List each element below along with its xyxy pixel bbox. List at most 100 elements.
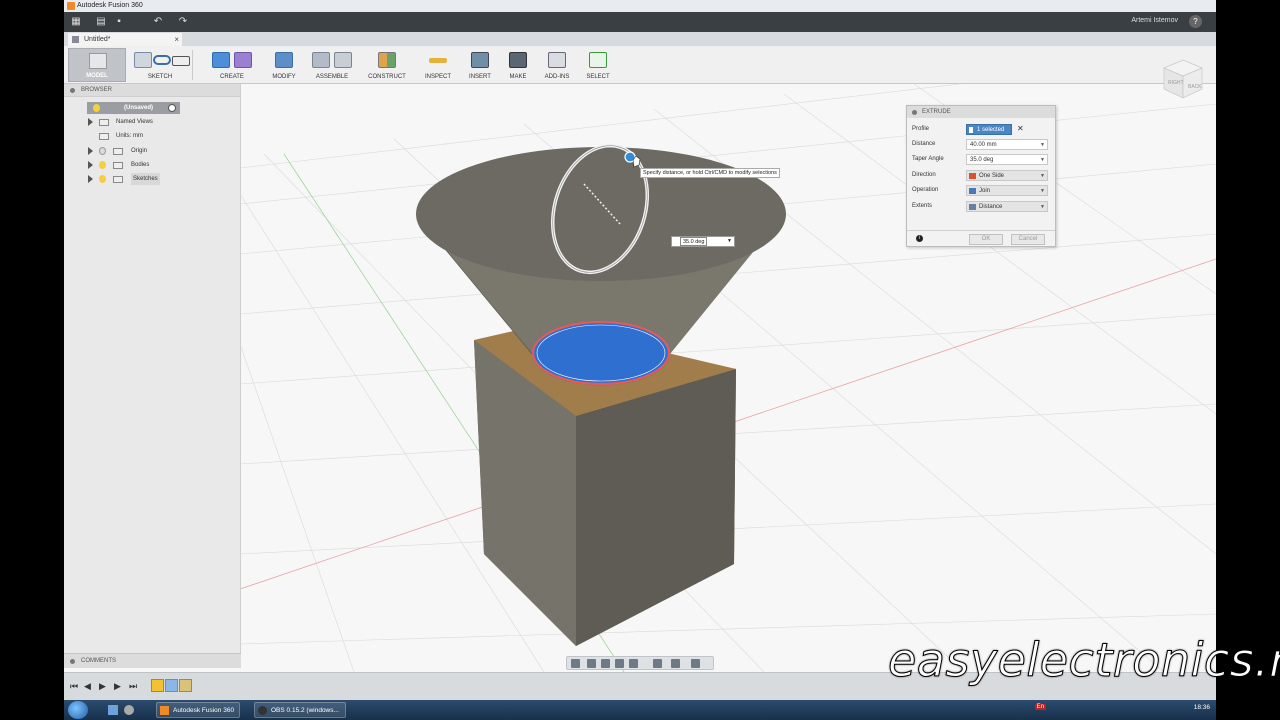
timeline-feature-sketch[interactable] [151, 679, 164, 692]
clock[interactable]: 18:36 [1194, 704, 1210, 711]
look-at-icon[interactable] [587, 659, 596, 668]
visibility-bulb-icon[interactable] [93, 104, 100, 112]
modify-group[interactable]: MODIFY [264, 48, 304, 82]
close-tab-icon[interactable]: × [174, 33, 179, 46]
extrude-icon[interactable] [212, 52, 230, 68]
fit-icon[interactable] [629, 659, 638, 668]
construct-group-label: CONSTRUCT [368, 74, 406, 80]
info-icon[interactable]: i [916, 235, 923, 242]
select-group[interactable]: SELECT [580, 48, 616, 82]
timeline-feature-sketch-2[interactable] [179, 679, 192, 692]
pan-icon[interactable] [601, 659, 610, 668]
inspect-group[interactable]: INSPECT [418, 48, 458, 82]
dropdown-caret-icon[interactable]: ▼ [1040, 155, 1045, 165]
viewports-icon[interactable] [691, 659, 700, 668]
assemble-group[interactable]: ASSEMBLE [308, 48, 356, 82]
scripts-icon[interactable] [548, 52, 566, 68]
press-pull-icon[interactable] [275, 52, 293, 68]
extrude-header[interactable]: EXTRUDE [907, 106, 1055, 118]
file-menu-icon[interactable]: ▤ [95, 16, 107, 28]
help-icon[interactable]: ? [1189, 15, 1202, 28]
go-to-end-icon[interactable]: ⏭ [129, 681, 137, 692]
taskbar-item-fusion[interactable]: Autodesk Fusion 360 [156, 702, 240, 718]
expand-arrow-icon[interactable] [88, 161, 93, 169]
browser-item-origin[interactable]: Origin [88, 145, 238, 157]
insert-image-icon[interactable] [471, 52, 489, 68]
chrome-icon[interactable] [124, 705, 134, 715]
workspace-switcher[interactable]: MODEL [68, 48, 126, 82]
rectangle-icon[interactable] [172, 56, 190, 66]
visibility-bulb-icon[interactable] [99, 161, 106, 169]
ok-button[interactable]: OK [969, 234, 1003, 245]
cancel-button[interactable]: Cancel [1011, 234, 1045, 245]
insert-group[interactable]: INSERT [462, 48, 498, 82]
operation-select[interactable]: Join ▼ [966, 185, 1048, 196]
joint-icon[interactable] [334, 52, 352, 68]
dropdown-caret-icon[interactable]: ▼ [1040, 171, 1045, 181]
line-icon[interactable] [153, 55, 171, 65]
offset-plane-icon[interactable] [378, 52, 396, 68]
view-cube-right-label: RIGHT [1168, 80, 1184, 86]
measure-icon[interactable] [429, 58, 447, 63]
go-to-start-icon[interactable]: ⏮ [70, 681, 78, 692]
document-tab[interactable]: Untitled* × [68, 33, 182, 46]
taper-angle-input[interactable]: 35.0 deg ▼ [966, 154, 1048, 165]
sketch-group[interactable]: SKETCH [130, 48, 190, 82]
clear-selection-icon[interactable]: ✕ [1017, 124, 1024, 133]
taper-angle-inline-input[interactable]: 35.0 deg ▼ [671, 236, 735, 247]
construct-group[interactable]: CONSTRUCT [362, 48, 412, 82]
browser-item-sketches[interactable]: Sketches [88, 173, 238, 185]
create-sketch-icon[interactable] [134, 52, 152, 68]
collapse-dialog-icon[interactable] [912, 110, 917, 115]
direction-select[interactable]: One Side ▼ [966, 170, 1048, 181]
comments-panel[interactable]: COMMENTS [64, 653, 241, 668]
zoom-icon[interactable] [615, 659, 624, 668]
profile-selection-button[interactable]: 1 selected [966, 124, 1012, 135]
browser-item-units[interactable]: Units: mm [88, 130, 238, 142]
select-arrow-icon[interactable] [589, 52, 607, 68]
form-icon[interactable] [234, 52, 252, 68]
browser-item-bodies[interactable]: Bodies [88, 159, 238, 171]
explorer-icon[interactable] [108, 705, 118, 715]
expand-comments-icon[interactable] [70, 659, 75, 664]
expand-arrow-icon[interactable] [88, 175, 93, 183]
expand-arrow-icon[interactable] [88, 147, 93, 155]
data-panel-grid-icon[interactable]: ▦ [70, 16, 82, 28]
redo-icon[interactable]: ↷ [177, 16, 189, 28]
create-group[interactable]: CREATE [204, 48, 260, 82]
expand-arrow-icon[interactable] [88, 118, 93, 126]
play-icon[interactable]: ▶ [99, 681, 106, 692]
3d-print-icon[interactable] [509, 52, 527, 68]
dropdown-caret-icon[interactable]: ▼ [1040, 202, 1045, 212]
language-indicator[interactable]: En [1034, 704, 1046, 710]
save-icon[interactable]: ▪ [113, 16, 125, 28]
add-ins-group[interactable]: ADD-INS [538, 48, 576, 82]
visibility-bulb-icon[interactable] [99, 147, 106, 155]
start-button-icon[interactable] [68, 701, 88, 719]
step-back-icon[interactable]: ◀ [84, 681, 91, 692]
user-account-menu[interactable]: Artemi Istemov [1131, 17, 1178, 24]
taskbar-item-obs[interactable]: OBS 0.15.2 (windows... [254, 702, 346, 718]
grid-settings-icon[interactable] [671, 659, 680, 668]
collapse-icon[interactable] [70, 88, 75, 93]
dropdown-caret-icon[interactable]: ▼ [1040, 140, 1045, 150]
make-group[interactable]: MAKE [502, 48, 534, 82]
activate-component-icon[interactable] [168, 104, 176, 112]
browser-root-item[interactable]: (Unsaved) [87, 102, 180, 114]
visibility-bulb-icon[interactable] [99, 175, 106, 183]
step-forward-icon[interactable]: ▶ [114, 681, 121, 692]
distance-input[interactable]: 40.00 mm ▼ [966, 139, 1048, 150]
undo-icon[interactable]: ↶ [152, 16, 164, 28]
taper-angle-inline-value[interactable]: 35.0 deg [680, 237, 708, 246]
selected-profile[interactable] [531, 320, 671, 386]
new-component-icon[interactable] [312, 52, 330, 68]
extents-select[interactable]: Distance ▼ [966, 201, 1048, 212]
display-settings-icon[interactable] [653, 659, 662, 668]
dropdown-caret-icon[interactable]: ▼ [1040, 186, 1045, 196]
orbit-icon[interactable] [571, 659, 580, 668]
timeline-feature-extrude[interactable] [165, 679, 178, 692]
browser-header[interactable]: BROWSER [64, 84, 240, 97]
browser-item-named-views[interactable]: Named Views [88, 116, 238, 128]
dropdown-caret-icon[interactable]: ▼ [727, 237, 732, 246]
view-cube[interactable]: BACK RIGHT [1160, 56, 1206, 102]
